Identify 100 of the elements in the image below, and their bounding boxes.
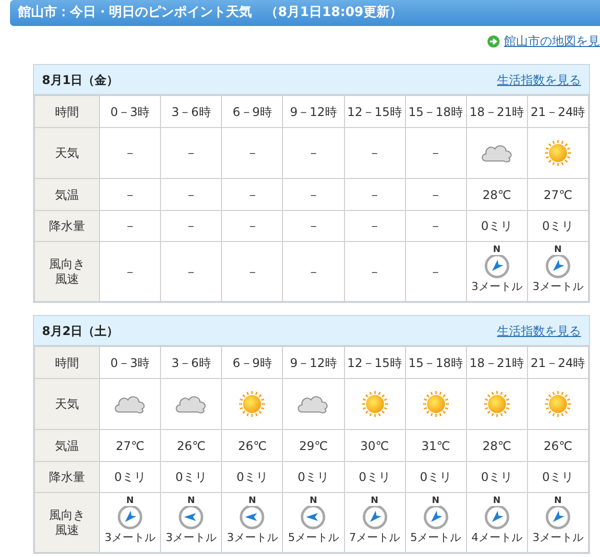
life-index-link[interactable]: 生活指数を見る (497, 70, 581, 88)
time-cell: 15－18時 (405, 346, 466, 378)
table-cell: 0ミリ (466, 210, 528, 242)
table-cell: － (430, 146, 442, 160)
table-cell: － (222, 178, 283, 210)
table-cell: － (344, 178, 406, 210)
row-label: 気温 (34, 430, 100, 462)
table-cell: 0ミリ (282, 462, 344, 492)
time-cell: 18－21時 (466, 96, 528, 128)
sun-icon (238, 390, 266, 418)
table-cell: － (185, 146, 198, 160)
date-title: 8月1日（金） (42, 72, 119, 88)
arrow-circle-icon (487, 34, 500, 48)
row-label: 時間 (34, 96, 100, 128)
map-link[interactable]: 館山市の地図を見 (504, 32, 600, 50)
wind-speed: 3メートル (471, 280, 522, 294)
time-cell: 9－12時 (282, 346, 344, 378)
wind-speed: 3メートル (532, 531, 584, 545)
table-cell: － (185, 264, 198, 278)
table-cell: 27℃ (100, 430, 161, 462)
north-label: N (492, 497, 502, 506)
table-cell: 0ミリ (222, 462, 283, 492)
table-cell: 30℃ (344, 430, 406, 462)
table-cell: － (282, 210, 344, 242)
table-cell: 0ミリ (160, 462, 222, 492)
time-cell: 21－24時 (527, 346, 588, 378)
table-cell: － (100, 210, 161, 242)
row-label: 降水量 (34, 462, 100, 492)
sun-icon (360, 390, 389, 418)
time-cell: 0－3時 (100, 96, 161, 128)
time-cell: 3－6時 (160, 346, 222, 378)
table-cell: 0ミリ (344, 462, 406, 492)
north-label: N (248, 497, 258, 506)
table-cell: － (344, 210, 406, 242)
row-label: 風向き 風速 (34, 492, 100, 552)
table-cell: － (124, 264, 136, 278)
time-cell: 18－21時 (466, 346, 528, 378)
wind-speed: 3メートル (166, 531, 217, 545)
time-cell: 6－9時 (222, 346, 283, 378)
wind-speed: 7メートル (349, 531, 400, 545)
table-cell: － (124, 146, 136, 160)
sun-icon (544, 139, 572, 167)
page-title: 館山市：今日・明日のピンポイント天気 （8月1日18:09更新） (18, 4, 402, 22)
time-cell: 12－15時 (344, 96, 406, 128)
sun-icon (544, 390, 572, 418)
table-cell: － (282, 178, 344, 210)
table-cell: － (246, 146, 258, 160)
table-cell: － (368, 146, 381, 160)
north-label: N (553, 246, 563, 256)
wind-speed: 5メートル (410, 531, 462, 545)
life-index-link[interactable]: 生活指数を見る (497, 322, 581, 340)
north-label: N (125, 497, 135, 506)
row-label: 風向き 風速 (34, 242, 100, 302)
time-cell: 9－12時 (282, 96, 344, 128)
table-cell: － (222, 210, 283, 242)
north-label: N (370, 497, 380, 506)
table-cell: － (405, 210, 466, 242)
date-title: 8月2日（土） (42, 322, 119, 340)
north-label: N (492, 246, 502, 256)
row-label: 時間 (34, 346, 100, 378)
table-cell: 0ミリ (405, 462, 466, 492)
north-label: N (430, 497, 440, 506)
wind-speed: 3メートル (226, 531, 278, 545)
row-label: 気温 (34, 178, 100, 210)
table-cell: － (368, 264, 381, 278)
wind-speed: 5メートル (288, 531, 339, 545)
time-cell: 0－3時 (100, 346, 161, 378)
table-cell: 28℃ (466, 430, 528, 462)
table-cell: 0ミリ (466, 462, 528, 492)
sun-icon (482, 390, 511, 418)
table-cell: － (307, 146, 320, 160)
table-cell: 0ミリ (527, 462, 588, 492)
row-label: 降水量 (34, 210, 100, 242)
table-cell: － (246, 264, 258, 278)
table-cell: 28℃ (466, 178, 528, 210)
table-cell: 27℃ (527, 178, 588, 210)
north-label: N (553, 497, 563, 506)
table-cell: － (160, 210, 222, 242)
time-cell: 21－24時 (527, 96, 588, 128)
time-cell: 3－6時 (160, 96, 222, 128)
table-cell: 26℃ (160, 430, 222, 462)
north-label: N (308, 497, 318, 506)
table-cell: 26℃ (222, 430, 283, 462)
table-cell: － (160, 178, 222, 210)
table-cell: － (430, 264, 442, 278)
wind-speed: 3メートル (104, 531, 156, 545)
sun-icon (422, 390, 450, 418)
north-label: N (186, 497, 196, 506)
time-cell: 12－15時 (344, 346, 406, 378)
row-label: 天気 (34, 378, 100, 430)
table-cell: 26℃ (527, 430, 588, 462)
table-cell: 31℃ (405, 430, 466, 462)
table-cell: － (405, 178, 466, 210)
row-label: 天気 (34, 128, 100, 178)
table-cell: 0ミリ (527, 210, 588, 242)
table-cell: 29℃ (282, 430, 344, 462)
time-cell: 6－9時 (222, 96, 283, 128)
table-cell: － (307, 264, 320, 278)
time-cell: 15－18時 (405, 96, 466, 128)
wind-speed: 4メートル (471, 531, 522, 545)
